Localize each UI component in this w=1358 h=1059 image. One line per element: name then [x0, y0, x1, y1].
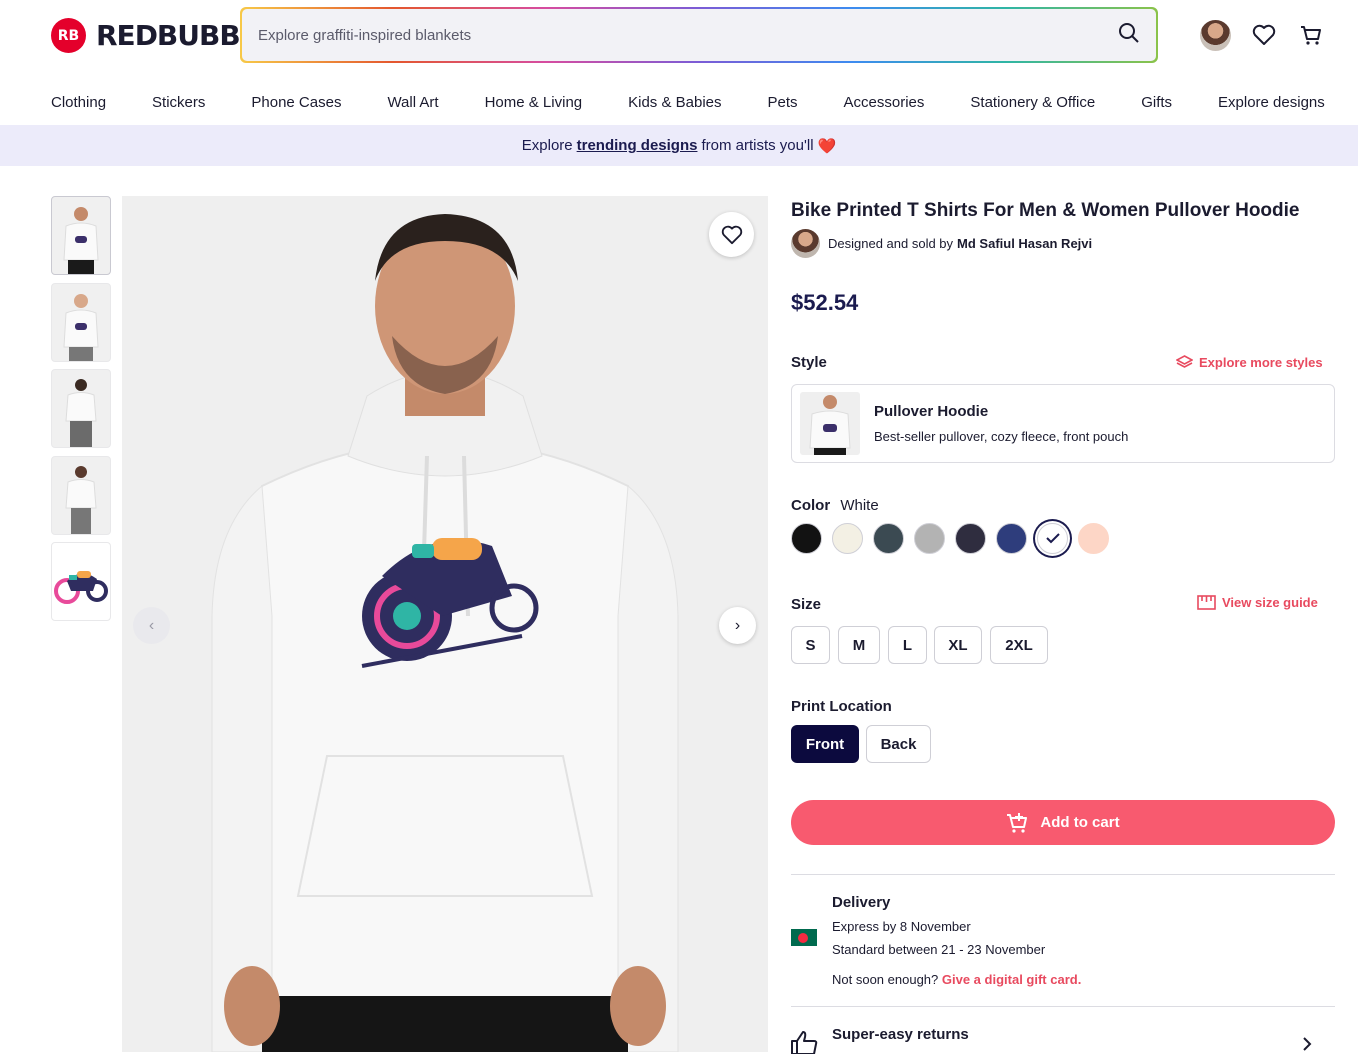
color-swatch-grey[interactable] [914, 523, 945, 554]
prev-image-button[interactable]: ‹ [133, 607, 170, 644]
category-nav: Clothing Stickers Phone Cases Wall Art H… [0, 80, 1358, 124]
layers-icon [1176, 355, 1193, 368]
print-location-label: Print Location [791, 698, 892, 715]
banner-suffix: from artists you'll [701, 137, 814, 154]
color-selected-value: White [840, 497, 879, 514]
next-image-button[interactable]: › [719, 607, 756, 644]
size-button-xl[interactable]: XL [934, 626, 982, 664]
nav-kids-babies[interactable]: Kids & Babies [628, 94, 721, 111]
seller-prefix: Designed and sold by [828, 236, 954, 251]
color-label-row: Color White [791, 497, 879, 514]
seller-info: Designed and sold by Md Safiul Hasan Rej… [791, 229, 1092, 258]
chevron-right-icon[interactable] [1302, 1036, 1312, 1057]
size-button-s[interactable]: S [791, 626, 830, 664]
thumbnail-front-female[interactable] [51, 283, 111, 362]
style-card-title: Pullover Hoodie [874, 403, 989, 420]
nav-explore-designs[interactable]: Explore designs [1218, 94, 1325, 111]
nav-accessories[interactable]: Accessories [844, 94, 925, 111]
seller-avatar[interactable] [791, 229, 820, 258]
cart-plus-icon [1007, 812, 1028, 833]
print-back-button[interactable]: Back [866, 725, 931, 763]
size-label: Size [791, 596, 822, 613]
size-button-m[interactable]: M [838, 626, 880, 664]
bangladesh-flag-icon [791, 929, 817, 946]
nav-stationery-office[interactable]: Stationery & Office [970, 94, 1095, 111]
cart-icon[interactable] [1296, 20, 1326, 50]
divider [791, 1006, 1335, 1007]
seller-name-link[interactable]: Md Safiul Hasan Rejvi [957, 236, 1092, 251]
thumbnail-back-female[interactable] [51, 456, 111, 535]
size-button-2xl[interactable]: 2XL [990, 626, 1048, 664]
nav-phone-cases[interactable]: Phone Cases [251, 94, 341, 111]
thumbnail-design[interactable] [51, 542, 111, 621]
user-avatar[interactable] [1200, 20, 1231, 51]
color-swatch-navy[interactable] [996, 523, 1027, 554]
divider [791, 874, 1335, 875]
size-button-l[interactable]: L [888, 626, 927, 664]
product-title: Bike Printed T Shirts For Men & Women Pu… [791, 200, 1300, 221]
logo-mark: RB [51, 18, 86, 53]
explore-more-styles-link[interactable]: Explore more styles [1176, 355, 1323, 370]
delivery-title: Delivery [832, 894, 891, 911]
style-label: Style [791, 354, 827, 371]
search-input[interactable] [258, 26, 1118, 44]
add-to-cart-label: Add to cart [1040, 814, 1120, 831]
nav-clothing[interactable]: Clothing [51, 94, 106, 111]
product-main-image [122, 196, 768, 1052]
heart-icon[interactable] [1249, 20, 1279, 50]
color-swatch-charcoal[interactable] [955, 523, 986, 554]
nav-pets[interactable]: Pets [768, 94, 798, 111]
promo-banner: Explore trending designs from artists yo… [0, 125, 1358, 166]
chevron-left-icon: ‹ [148, 616, 155, 634]
search-icon[interactable] [1118, 22, 1140, 49]
banner-trending-link[interactable]: trending designs [577, 137, 698, 154]
style-card[interactable]: Pullover Hoodie Best-seller pullover, co… [791, 384, 1335, 463]
color-swatch-white[interactable] [1037, 523, 1068, 554]
color-label: Color [791, 497, 831, 514]
gift-card-link[interactable]: Give a digital gift card. [942, 972, 1081, 987]
ruler-icon [1197, 595, 1216, 610]
nav-stickers[interactable]: Stickers [152, 94, 205, 111]
thumbnail-back[interactable] [51, 369, 111, 448]
delivery-section: Delivery Express by 8 November Standard … [832, 894, 1081, 987]
color-swatch-peach[interactable] [1078, 523, 1109, 554]
explore-more-styles-label: Explore more styles [1199, 355, 1323, 370]
banner-prefix: Explore [521, 137, 573, 154]
add-to-cart-button[interactable]: Add to cart [791, 800, 1335, 845]
size-guide-label: View size guide [1222, 595, 1318, 610]
favorite-button[interactable] [709, 212, 754, 257]
print-front-button[interactable]: Front [791, 725, 859, 763]
delivery-express: Express by 8 November [832, 919, 971, 934]
thumbs-up-icon [790, 1030, 818, 1059]
nav-home-living[interactable]: Home & Living [485, 94, 583, 111]
chevron-right-icon: › [734, 616, 741, 634]
nav-wall-art[interactable]: Wall Art [387, 94, 438, 111]
search-bar [240, 7, 1158, 63]
check-icon [1045, 533, 1060, 544]
delivery-standard: Standard between 21 - 23 November [832, 942, 1046, 957]
style-thumbnail [800, 392, 860, 455]
nav-gifts[interactable]: Gifts [1141, 94, 1172, 111]
size-guide-link[interactable]: View size guide [1197, 595, 1318, 610]
product-price: $52.54 [791, 290, 859, 315]
color-swatch-black[interactable] [791, 523, 822, 554]
style-card-description: Best-seller pullover, cozy fleece, front… [874, 429, 1129, 444]
color-swatch-slate[interactable] [873, 523, 904, 554]
heart-emoji-icon: ❤️ [817, 137, 837, 155]
gift-prefix: Not soon enough? [832, 972, 939, 987]
color-swatch-cream[interactable] [832, 523, 863, 554]
thumbnail-front[interactable] [51, 196, 111, 275]
returns-title[interactable]: Super-easy returns [832, 1026, 969, 1043]
